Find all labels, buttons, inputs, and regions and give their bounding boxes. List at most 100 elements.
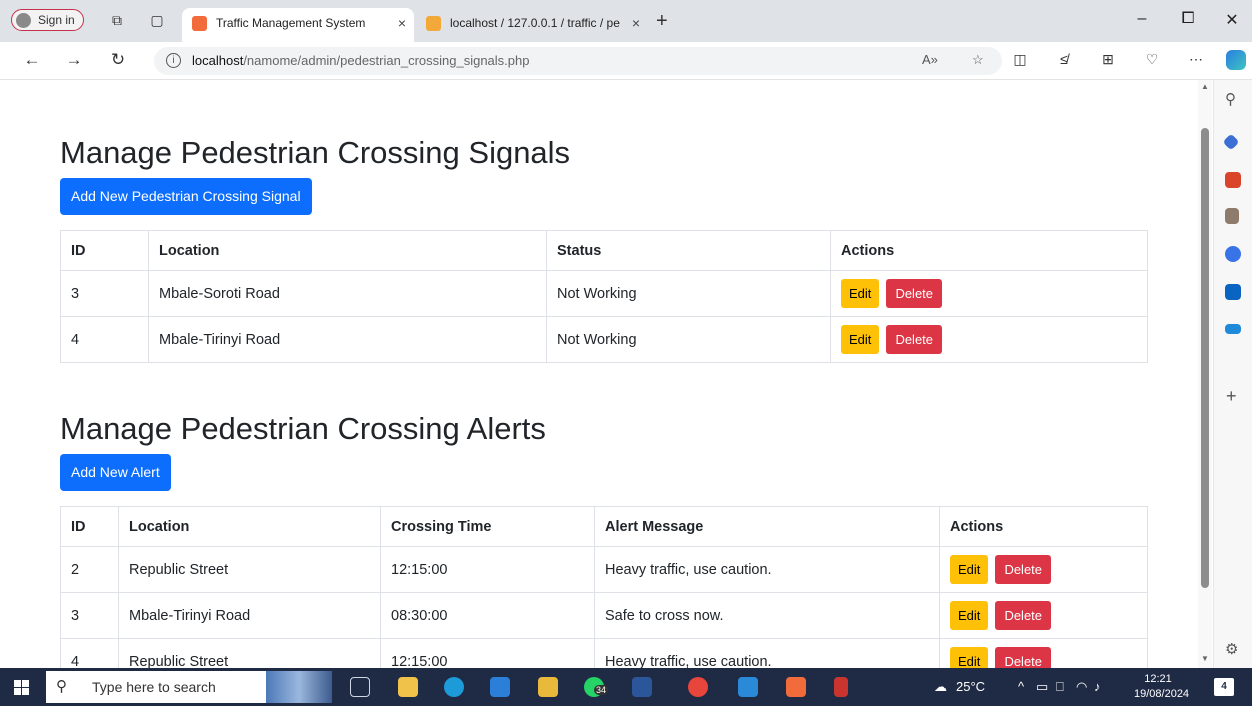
- microsoft-365-icon[interactable]: [1225, 246, 1241, 262]
- task-view-icon[interactable]: [350, 677, 370, 697]
- cell-crossing-time: 12:15:00: [380, 638, 595, 668]
- drop-icon[interactable]: [1225, 324, 1241, 334]
- chrome-icon[interactable]: [688, 677, 708, 697]
- tab-close-icon[interactable]: ×: [632, 8, 640, 38]
- table-row: 4 Republic Street 12:15:00 Heavy traffic…: [60, 638, 1148, 668]
- xampp-icon[interactable]: [786, 677, 806, 697]
- signals-heading: Manage Pedestrian Crossing Signals: [60, 135, 571, 170]
- wifi-icon[interactable]: ◠: [1076, 679, 1087, 695]
- minimize-icon[interactable]: –: [1132, 10, 1152, 28]
- delete-button[interactable]: Delete: [995, 647, 1052, 668]
- shopping-tag-icon[interactable]: [1222, 133, 1240, 151]
- browser-titlebar: Sign in ⧉ ▢ Traffic Management System × …: [0, 0, 1252, 42]
- url-text[interactable]: localhost/namome/admin/pedestrian_crossi…: [192, 53, 529, 68]
- search-icon[interactable]: ⚲: [1225, 90, 1241, 108]
- whatsapp-icon[interactable]: 34: [584, 677, 609, 697]
- scroll-up-icon[interactable]: ▲: [1201, 82, 1209, 91]
- battery-icon[interactable]: ▭: [1036, 679, 1048, 695]
- column-header: Alert Message: [594, 506, 940, 547]
- edit-button[interactable]: Edit: [841, 325, 880, 354]
- column-header: Status: [546, 230, 831, 271]
- signals-table: ID Location Status Actions 3 Mbale-Sorot…: [60, 230, 1148, 363]
- volume-icon[interactable]: ♪: [1094, 679, 1101, 694]
- more-menu-icon[interactable]: ⋯: [1186, 51, 1206, 68]
- edit-button[interactable]: Edit: [841, 279, 880, 308]
- workspaces-icon[interactable]: ⧉: [108, 11, 126, 29]
- cell-location: Mbale-Tirinyi Road: [118, 592, 381, 639]
- edit-button[interactable]: Edit: [950, 555, 989, 584]
- address-bar[interactable]: i localhost/namome/admin/pedestrian_cros…: [154, 47, 1002, 75]
- weather-temperature[interactable]: 25°C: [956, 679, 985, 694]
- windows-start-icon[interactable]: [14, 680, 29, 695]
- add-signal-button[interactable]: Add New Pedestrian Crossing Signal: [60, 178, 312, 215]
- extensions-icon[interactable]: ♡: [1142, 51, 1162, 68]
- edge-sidebar: ⚲ + ⚙: [1213, 80, 1252, 668]
- split-screen-icon[interactable]: ◫: [1010, 51, 1030, 68]
- vscode-icon[interactable]: [738, 677, 758, 697]
- delete-button[interactable]: Delete: [886, 325, 943, 354]
- add-sidebar-app-icon[interactable]: +: [1226, 386, 1237, 407]
- meet-icon[interactable]: ⎕: [1056, 679, 1064, 695]
- cell-actions: Edit Delete: [939, 638, 1148, 668]
- restore-icon[interactable]: ⧠: [1178, 10, 1198, 28]
- cell-alert-message: Heavy traffic, use caution.: [594, 546, 940, 593]
- sign-in-button[interactable]: Sign in: [11, 9, 84, 31]
- column-header: Actions: [939, 506, 1148, 547]
- cell-actions: Edit Delete: [939, 546, 1148, 593]
- tab-actions-icon[interactable]: ▢: [148, 11, 166, 29]
- table-row: 2 Republic Street 12:15:00 Heavy traffic…: [60, 546, 1148, 593]
- copilot-icon[interactable]: [1226, 50, 1246, 70]
- word-icon[interactable]: [632, 677, 652, 697]
- taskbar-search[interactable]: ⚲ Type here to search: [46, 671, 332, 703]
- forward-icon[interactable]: →: [64, 50, 84, 70]
- search-icon: ⚲: [56, 678, 67, 695]
- tab-phpmyadmin[interactable]: localhost / 127.0.0.1 / traffic / pe ×: [416, 8, 648, 42]
- close-window-icon[interactable]: ✕: [1222, 10, 1242, 30]
- cell-id: 3: [60, 270, 149, 317]
- weather-icon[interactable]: ☁: [934, 679, 947, 695]
- page-content: Manage Pedestrian Crossing Signals Add N…: [0, 81, 1198, 668]
- cell-id: 4: [60, 638, 119, 668]
- edge-browser-icon[interactable]: [444, 677, 464, 697]
- site-info-icon[interactable]: i: [166, 53, 181, 68]
- notifications-icon[interactable]: 4: [1214, 678, 1234, 696]
- mail-icon[interactable]: [490, 677, 510, 697]
- back-icon[interactable]: ←: [22, 50, 42, 70]
- games-icon[interactable]: [1225, 208, 1239, 224]
- edit-button[interactable]: Edit: [950, 647, 989, 668]
- search-placeholder: Type here to search: [92, 679, 216, 695]
- show-hidden-icons-icon[interactable]: ^: [1018, 679, 1024, 694]
- tab-close-icon[interactable]: ×: [398, 8, 406, 38]
- refresh-icon[interactable]: ↻: [108, 50, 128, 70]
- tab-traffic-management[interactable]: Traffic Management System ×: [182, 8, 414, 42]
- outlook-icon[interactable]: [1225, 284, 1241, 300]
- delete-button[interactable]: Delete: [995, 555, 1052, 584]
- app-icon[interactable]: [834, 677, 848, 697]
- tab-title: Traffic Management System: [216, 16, 366, 30]
- cell-status: Not Working: [546, 270, 831, 317]
- read-aloud-icon[interactable]: A»: [922, 52, 938, 67]
- clock-time: 12:21: [1144, 673, 1172, 685]
- sidebar-settings-icon[interactable]: ⚙: [1225, 640, 1238, 658]
- column-header: Actions: [830, 230, 1148, 271]
- edit-button[interactable]: Edit: [950, 601, 989, 630]
- windows-taskbar: ⚲ Type here to search 34 ☁ 25°C ^ ▭ ⎕ ◠ …: [0, 668, 1252, 706]
- scroll-down-icon[interactable]: ▼: [1201, 654, 1209, 663]
- add-alert-button[interactable]: Add New Alert: [60, 454, 171, 491]
- table-row: 4 Mbale-Tirinyi Road Not Working Edit De…: [60, 316, 1148, 363]
- new-tab-button[interactable]: +: [656, 10, 668, 32]
- cell-location: Republic Street: [118, 638, 381, 668]
- tools-icon[interactable]: [1225, 172, 1241, 188]
- scrollbar-thumb[interactable]: [1201, 128, 1209, 588]
- page-scrollbar[interactable]: ▲ ▼: [1198, 80, 1212, 668]
- cell-id: 4: [60, 316, 149, 363]
- favorite-star-icon[interactable]: ☆: [972, 52, 984, 68]
- delete-button[interactable]: Delete: [995, 601, 1052, 630]
- taskbar-clock[interactable]: 12:21 19/08/2024: [1134, 672, 1189, 702]
- favorites-icon[interactable]: ≰: [1054, 51, 1074, 67]
- whatsapp-badge: 34: [594, 685, 609, 695]
- store-icon[interactable]: [538, 677, 558, 697]
- collections-icon[interactable]: ⊞: [1098, 51, 1118, 68]
- delete-button[interactable]: Delete: [886, 279, 943, 308]
- file-explorer-icon[interactable]: [398, 677, 418, 697]
